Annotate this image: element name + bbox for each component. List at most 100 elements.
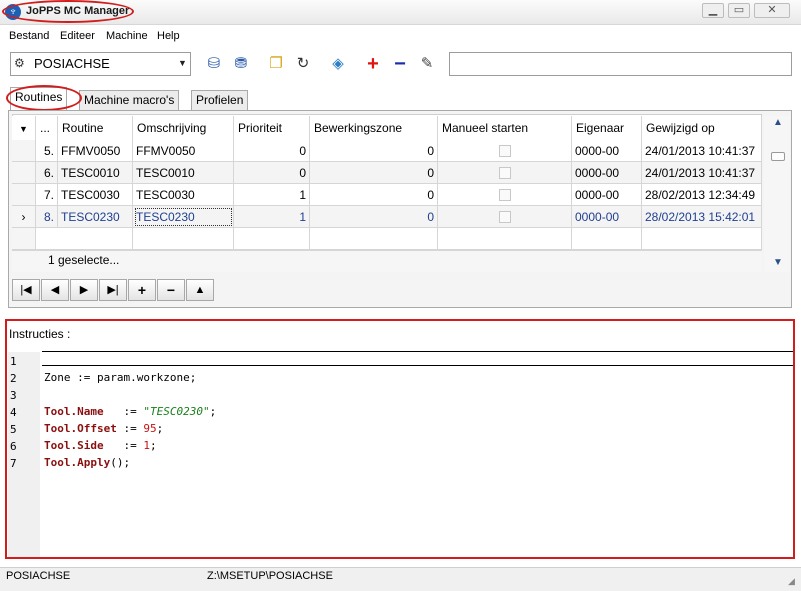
grid-empty-row[interactable] (12, 228, 36, 250)
table-cell-eigenaar[interactable]: 0000-00 (572, 184, 642, 206)
table-cell-eigenaar[interactable]: 0000-00 (572, 162, 642, 184)
first-record-button[interactable]: |◀ (12, 279, 40, 301)
table-cell-nr[interactable]: 8. (36, 206, 58, 228)
table-cell-routine[interactable]: FFMV0050 (58, 140, 133, 162)
import-db-icon[interactable]: ⛁ (203, 54, 225, 74)
table-cell-bewerkingszone[interactable]: 0 (310, 206, 438, 228)
table-cell-routine[interactable]: TESC0230 (58, 206, 133, 228)
row-indicator[interactable] (12, 184, 36, 206)
prev-record-button[interactable]: ◀ (41, 279, 69, 301)
scroll-up-icon[interactable]: ▲ (773, 117, 783, 128)
grid-empty-cell[interactable] (310, 228, 438, 250)
table-cell-bewerkingszone[interactable]: 0 (310, 184, 438, 206)
status-bar (0, 567, 801, 591)
maximize-button[interactable]: ▭ (728, 3, 750, 18)
table-cell-routine[interactable]: TESC0010 (58, 162, 133, 184)
grid-header-bewerkingszone[interactable]: Bewerkingszone (310, 116, 438, 140)
table-cell-eigenaar[interactable]: 0000-00 (572, 140, 642, 162)
manueel-starten-checkbox[interactable] (499, 145, 511, 157)
remove-icon[interactable]: − (389, 54, 411, 74)
grid-header-eigenaar[interactable]: Eigenaar (572, 116, 642, 140)
table-cell-gewijzigd[interactable]: 28/02/2013 15:42:01 (642, 206, 762, 228)
refresh-icon[interactable]: ↻ (292, 54, 314, 74)
resize-grip-icon[interactable]: ◢ (788, 576, 795, 587)
delete-record-button[interactable]: − (157, 279, 185, 301)
code-keyword: Tool.Name (44, 405, 104, 418)
menu-bestand[interactable]: Bestand (9, 30, 49, 42)
table-cell-manueel[interactable] (438, 140, 572, 162)
grid-empty-cell[interactable] (572, 228, 642, 250)
table-cell-omschrijving[interactable]: TESC0230 (133, 206, 234, 228)
grid-empty-cell[interactable] (133, 228, 234, 250)
next-record-button[interactable]: ▶ (70, 279, 98, 301)
grid-header-omschrijving[interactable]: Omschrijving (133, 116, 234, 140)
grid-scrollbar[interactable] (764, 116, 790, 272)
table-cell-gewijzigd[interactable]: 24/01/2013 10:41:37 (642, 162, 762, 184)
table-cell-prioriteit[interactable]: 1 (234, 206, 310, 228)
code-line-2: Zone := param.workzone; (44, 371, 197, 384)
table-cell-gewijzigd[interactable]: 28/02/2013 12:34:49 (642, 184, 762, 206)
chevron-down-icon[interactable]: ▼ (19, 124, 28, 134)
edit-record-button[interactable]: ▲ (186, 279, 214, 301)
table-cell-omschrijving[interactable]: TESC0010 (133, 162, 234, 184)
menu-editeer[interactable]: Editeer (60, 30, 95, 42)
instructions-label: Instructies : (9, 327, 71, 341)
table-cell-prioriteit[interactable]: 1 (234, 184, 310, 206)
grid-header-routine[interactable]: Routine (58, 116, 133, 140)
minimize-button[interactable]: ▁ (702, 3, 724, 18)
pen-icon[interactable]: ✎ (416, 54, 438, 74)
grid-header-menu[interactable]: ▼ (12, 116, 36, 140)
table-cell-bewerkingszone[interactable]: 0 (310, 140, 438, 162)
next-icon: ▶ (79, 284, 89, 296)
line-number: 6 (10, 440, 17, 453)
table-cell-omschrijving[interactable]: TESC0030 (133, 184, 234, 206)
table-cell-routine[interactable]: TESC0030 (58, 184, 133, 206)
grid-empty-cell[interactable] (36, 228, 133, 250)
prev-icon: ◀ (50, 284, 60, 296)
scroll-down-icon[interactable]: ▼ (773, 257, 783, 268)
tab-profielen[interactable]: Profielen (191, 90, 249, 110)
chevron-down-icon[interactable]: ▼ (178, 58, 187, 68)
grid-empty-cell[interactable] (642, 228, 762, 250)
row-indicator[interactable] (12, 162, 36, 184)
title-highlight (2, 0, 134, 23)
copy-icon[interactable]: ❐ (265, 54, 287, 74)
menu-help[interactable]: Help (157, 30, 180, 42)
table-cell-nr[interactable]: 5. (36, 140, 58, 162)
row-indicator[interactable]: › (12, 206, 36, 228)
grid-header-manueel-starten[interactable]: Manueel starten (438, 116, 572, 140)
grid-header-nr[interactable]: ... (36, 116, 58, 140)
table-cell-nr[interactable]: 6. (36, 162, 58, 184)
close-button[interactable]: ✕ (754, 3, 790, 18)
manueel-starten-checkbox[interactable] (499, 167, 511, 179)
insert-record-button[interactable]: + (128, 279, 156, 301)
manueel-starten-checkbox[interactable] (499, 211, 511, 223)
table-cell-prioriteit[interactable]: 0 (234, 162, 310, 184)
table-cell-manueel[interactable] (438, 162, 572, 184)
table-cell-manueel[interactable] (438, 206, 572, 228)
table-cell-eigenaar[interactable]: 0000-00 (572, 206, 642, 228)
table-cell-nr[interactable]: 7. (36, 184, 58, 206)
line-number: 2 (10, 372, 17, 385)
machine-icon: ⚙ (14, 56, 25, 70)
last-record-button[interactable]: ▶| (99, 279, 127, 301)
table-cell-bewerkingszone[interactable]: 0 (310, 162, 438, 184)
grid-header-prioriteit[interactable]: Prioriteit (234, 116, 310, 140)
manueel-starten-checkbox[interactable] (499, 189, 511, 201)
scroll-thumb[interactable] (771, 152, 785, 161)
cube-icon[interactable]: ◈ (327, 54, 349, 74)
menu-machine[interactable]: Machine (106, 30, 148, 42)
tab-machine-macros[interactable]: Machine macro's (79, 90, 180, 110)
grid-empty-cell[interactable] (438, 228, 572, 250)
table-cell-omschrijving[interactable]: FFMV0050 (133, 140, 234, 162)
table-cell-prioriteit[interactable]: 0 (234, 140, 310, 162)
toolbar-search-input[interactable] (449, 52, 792, 76)
table-cell-gewijzigd[interactable]: 24/01/2013 10:41:37 (642, 140, 762, 162)
add-icon[interactable]: + (362, 54, 384, 74)
row-indicator[interactable] (12, 140, 36, 162)
grid-header-gewijzigd-op[interactable]: Gewijzigd op (642, 116, 762, 140)
code-string: "TESC0230" (143, 405, 210, 418)
export-db-icon[interactable]: ⛃ (230, 54, 252, 74)
grid-empty-cell[interactable] (234, 228, 310, 250)
table-cell-manueel[interactable] (438, 184, 572, 206)
